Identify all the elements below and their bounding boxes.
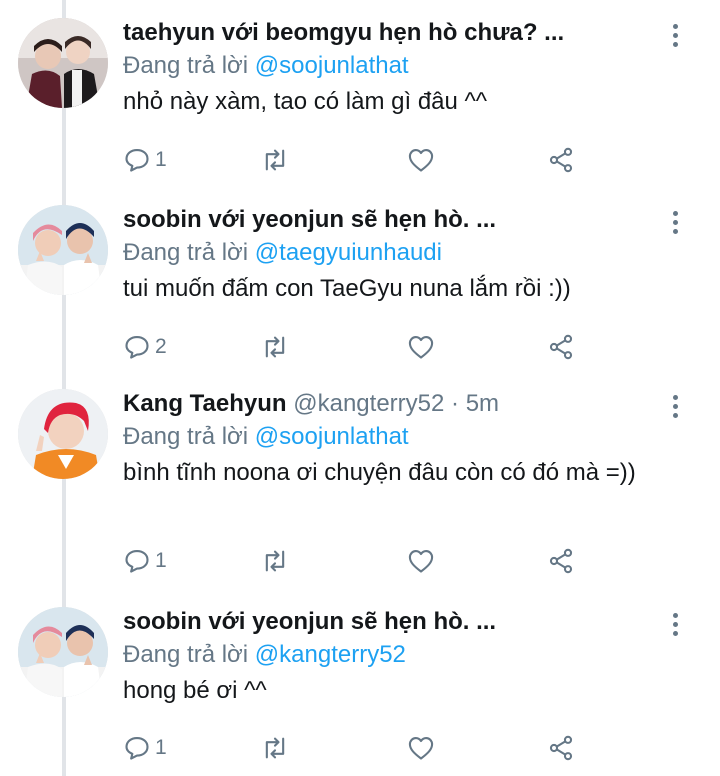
mention-link[interactable]: @soojunlathat [255,423,409,450]
avatar-red-hair-icon [18,389,108,479]
like-button[interactable] [407,733,435,763]
reply-icon [125,149,149,172]
avatar[interactable] [18,18,108,108]
more-options-button[interactable] [668,395,682,421]
share-button[interactable] [547,332,575,362]
replying-to-label: Đang trả lời [123,239,249,266]
retweet-button[interactable] [261,145,289,175]
tweet-item[interactable]: taehyun với beomgyu hẹn hò chưa? ... Đan… [0,0,720,195]
replying-to-label: Đang trả lời [123,52,249,79]
tweet-item[interactable]: soobin với yeonjun sẽ hẹn hò. ... Đang t… [0,603,720,776]
like-button[interactable] [407,332,435,362]
mention-link[interactable]: @kangterry52 [255,641,406,668]
timestamp[interactable]: 5m [466,390,499,417]
tweet-text: tui muốn đấm con TaeGyu nuna lắm rồi :)) [123,275,571,302]
reply-count: 2 [155,335,167,358]
more-options-button[interactable] [668,211,682,237]
share-icon [549,548,573,574]
avatar[interactable] [18,389,108,479]
tweet-item[interactable]: soobin với yeonjun sẽ hẹn hò. ... Đang t… [0,195,720,383]
tweet-actions: 2 [123,332,583,362]
tweet-header: taehyun với beomgyu hẹn hò chưa? ... [123,18,680,48]
like-icon [408,149,434,172]
retweet-icon [265,550,285,572]
share-icon [549,735,573,761]
like-button[interactable] [407,145,435,175]
like-icon [408,336,434,359]
replying-to: Đang trả lời @kangterry52 [123,639,680,671]
retweet-button[interactable] [261,332,289,362]
mention-link[interactable]: @soojunlathat [255,52,409,79]
reply-icon [125,737,149,760]
more-options-button[interactable] [668,613,682,639]
share-icon [549,334,573,360]
reply-icon [125,550,149,573]
share-button[interactable] [547,733,575,763]
tweet-header: soobin với yeonjun sẽ hẹn hò. ... [123,607,680,637]
display-name[interactable]: Kang Taehyun [123,390,287,417]
retweet-icon [265,336,285,358]
replying-to: Đang trả lời @taegyuiunhaudi [123,237,680,269]
replying-to: Đang trả lời @soojunlathat [123,50,680,82]
tweet-actions: 1 [123,546,583,576]
retweet-icon [265,149,285,171]
replying-to-label: Đang trả lời [123,641,249,668]
tweet-actions: 1 [123,145,583,175]
mention-link[interactable]: @taegyuiunhaudi [255,239,442,266]
share-button[interactable] [547,145,575,175]
reply-button[interactable]: 1 [123,733,167,763]
tweet-header: Kang Taehyun @kangterry52 · 5m [123,389,680,419]
reply-button[interactable]: 1 [123,546,167,576]
like-icon [408,550,434,573]
reply-button[interactable]: 2 [123,332,167,362]
display-name[interactable]: soobin với yeonjun sẽ hẹn hò. ... [123,206,496,233]
display-name[interactable]: soobin với yeonjun sẽ hẹn hò. ... [123,608,496,635]
tweet-text: bình tĩnh noona ơi chuyện đâu còn có đó … [123,459,636,486]
avatar[interactable] [18,607,108,697]
share-button[interactable] [547,546,575,576]
user-handle[interactable]: @kangterry52 [293,390,444,417]
more-options-button[interactable] [668,24,682,50]
reply-button[interactable]: 1 [123,145,167,175]
tweet-item[interactable]: Kang Taehyun @kangterry52 · 5m Đang trả … [0,383,720,603]
reply-icon [125,336,149,359]
retweet-icon [265,737,285,759]
retweet-button[interactable] [261,733,289,763]
retweet-button[interactable] [261,546,289,576]
tweet-text: hong bé ơi ^^ [123,677,267,704]
like-icon [408,737,434,760]
share-icon [549,147,573,173]
avatar-two-boys-icon [18,18,108,108]
tweet-text: nhỏ này xàm, tao có làm gì đâu ^^ [123,88,488,115]
avatar-selfie-icon [18,607,108,697]
replying-to-label: Đang trả lời [123,423,249,450]
reply-count: 1 [155,148,167,171]
avatar[interactable] [18,205,108,295]
display-name[interactable]: taehyun với beomgyu hẹn hò chưa? ... [123,19,564,46]
like-button[interactable] [407,546,435,576]
avatar-selfie-icon [18,205,108,295]
reply-count: 1 [155,549,167,572]
tweet-actions: 1 [123,733,583,763]
separator-dot: · [451,390,460,417]
reply-count: 1 [155,736,167,759]
tweet-header: soobin với yeonjun sẽ hẹn hò. ... [123,205,680,235]
replying-to: Đang trả lời @soojunlathat [123,421,680,453]
